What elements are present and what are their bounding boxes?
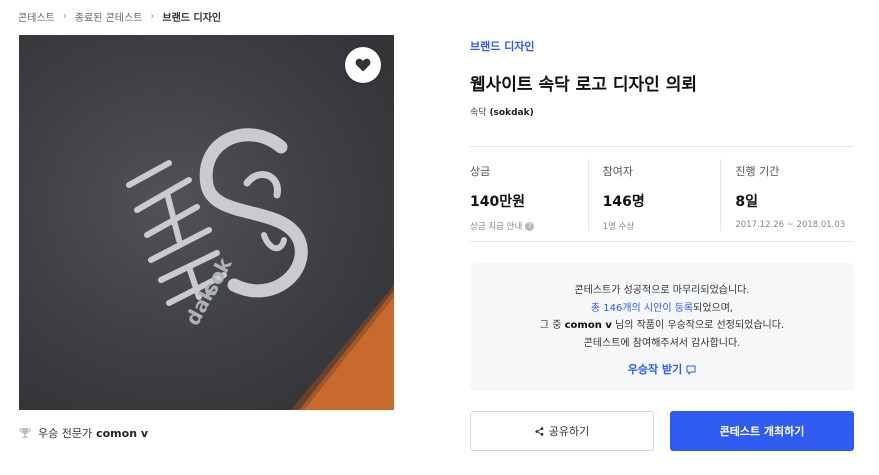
contest-result-notice: 콘테스트가 성공적으로 마무리되었습니다. 총 146개의 시안이 등록되었으며… (470, 263, 854, 391)
notice-winner-name: comon v (564, 320, 612, 331)
stat-duration: 진행 기간 8일 2017.12.26 ~ 2018.01.03 (720, 147, 854, 241)
speech-bubble-icon (686, 365, 696, 375)
like-button[interactable] (345, 47, 381, 83)
stat-prize-label: 상금 (470, 165, 491, 178)
stat-prize-value: 140만원 (470, 194, 525, 210)
contest-title: 웹사이트 속닥 로고 디자인 의뢰 (470, 75, 697, 95)
notice-line-4: 콘테스트에 참여해주셔서 감사합니다. (583, 337, 741, 349)
stat-duration-dates: 2017.12.26 ~ 2018.01.03 (735, 220, 846, 230)
heart-icon (355, 58, 371, 72)
stat-duration-label: 진행 기간 (735, 165, 780, 178)
chevron-right-icon: › (62, 11, 67, 22)
stat-duration-value: 8일 (735, 194, 758, 210)
prize-payment-info[interactable]: 상금 지급 안내 ? (470, 220, 589, 232)
winner-label: 우승 전문가 (38, 427, 93, 440)
notice-line-2-rest: 되었으며, (693, 302, 734, 314)
chevron-right-icon: › (150, 11, 155, 22)
breadcrumb-ended-contests[interactable]: 종료된 콘테스트 (75, 9, 143, 24)
share-label: 공유하기 (548, 425, 590, 438)
notice-line-1: 콘테스트가 성공적으로 마무리되었습니다. (574, 285, 750, 296)
notice-entries-link[interactable]: 총 146개의 시안이 등록 (591, 303, 693, 314)
sokdak-logo-emboss: sok dak (126, 128, 308, 329)
notice-line-3-pre: 그 중 (539, 320, 565, 331)
stat-prize: 상금 140만원 상금 지급 안내 ? (470, 147, 589, 241)
prize-payment-info-label: 상금 지급 안내 (470, 222, 523, 232)
share-button[interactable]: 공유하기 (470, 411, 654, 451)
notice-line-2: 총 146개의 시안이 등록되었으며, (470, 300, 854, 318)
contest-category[interactable]: 브랜드 디자인 (470, 38, 535, 54)
get-winning-work-label: 우승작 받기 (627, 363, 683, 376)
notice-line-3: 그 중 comon v 님의 작품이 우승작으로 선정되었습니다. (470, 317, 854, 335)
notice-line-3-post: 님의 작품이 우승작으로 선정되었습니다. (611, 320, 785, 331)
share-icon (535, 426, 544, 436)
winner-name[interactable]: comon v (96, 427, 148, 440)
contest-stats: 상금 140만원 상금 지급 안내 ? 참여자 146명 1명 수상 진행 기간… (470, 146, 854, 242)
owner-id: (sokdak) (489, 108, 534, 118)
breadcrumb: 콘테스트 › 종료된 콘테스트 › 브랜드 디자인 (18, 9, 221, 24)
winner-info: 우승 전문가 comon v (19, 425, 148, 441)
info-icon[interactable]: ? (525, 221, 535, 231)
stat-participants-label: 참여자 (602, 165, 634, 178)
contest-hero-image: sok dak (19, 35, 394, 410)
stat-participants-value: 146명 (602, 194, 645, 210)
breadcrumb-contest[interactable]: 콘테스트 (18, 9, 55, 24)
contest-owner: 속닥 (sokdak) (470, 105, 534, 118)
owner-name: 속닥 (470, 108, 487, 118)
breadcrumb-brand-design[interactable]: 브랜드 디자인 (162, 9, 221, 24)
stat-participants: 참여자 146명 1명 수상 (587, 147, 722, 241)
trophy-icon (19, 427, 31, 439)
stat-participants-sub: 1명 수상 (602, 222, 635, 232)
get-winning-work-button[interactable]: 우승작 받기 (628, 361, 696, 379)
host-contest-button[interactable]: 콘테스트 개최하기 (670, 411, 854, 451)
